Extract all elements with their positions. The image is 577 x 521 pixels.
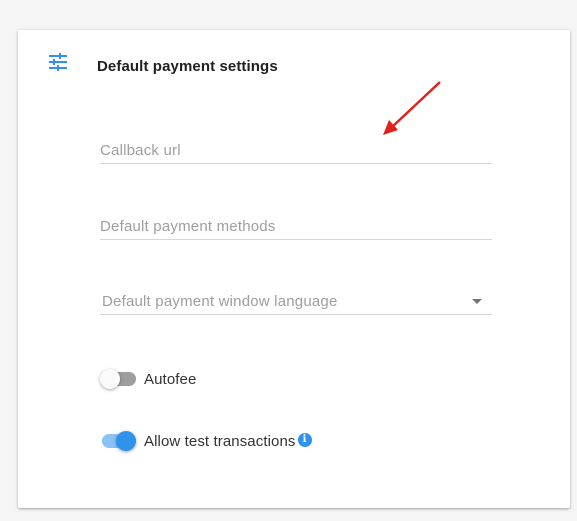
payment-methods-field[interactable] bbox=[100, 209, 492, 240]
callback-url-field[interactable] bbox=[100, 133, 492, 164]
sliders-settings-icon bbox=[48, 52, 68, 72]
card-title: Default payment settings bbox=[97, 58, 278, 75]
test-transactions-toggle-thumb bbox=[116, 431, 136, 451]
info-icon[interactable]: i bbox=[297, 432, 312, 447]
test-transactions-label: Allow test transactions bbox=[144, 432, 296, 450]
autofee-toggle-thumb bbox=[100, 369, 120, 389]
dropdown-arrow-icon[interactable] bbox=[472, 299, 482, 304]
autofee-toggle[interactable] bbox=[100, 367, 136, 391]
autofee-row: Autofee bbox=[100, 367, 196, 391]
test-transactions-toggle[interactable] bbox=[100, 429, 136, 453]
payment-language-select[interactable]: Default payment window language bbox=[100, 284, 492, 315]
autofee-label: Autofee bbox=[144, 370, 197, 388]
settings-card: Default payment settings Default payment… bbox=[18, 30, 570, 508]
payment-language-placeholder: Default payment window language bbox=[102, 293, 338, 310]
payment-methods-input[interactable] bbox=[100, 218, 460, 235]
callback-url-input[interactable] bbox=[100, 142, 460, 159]
test-transactions-row: Allow test transactions i bbox=[100, 429, 312, 453]
